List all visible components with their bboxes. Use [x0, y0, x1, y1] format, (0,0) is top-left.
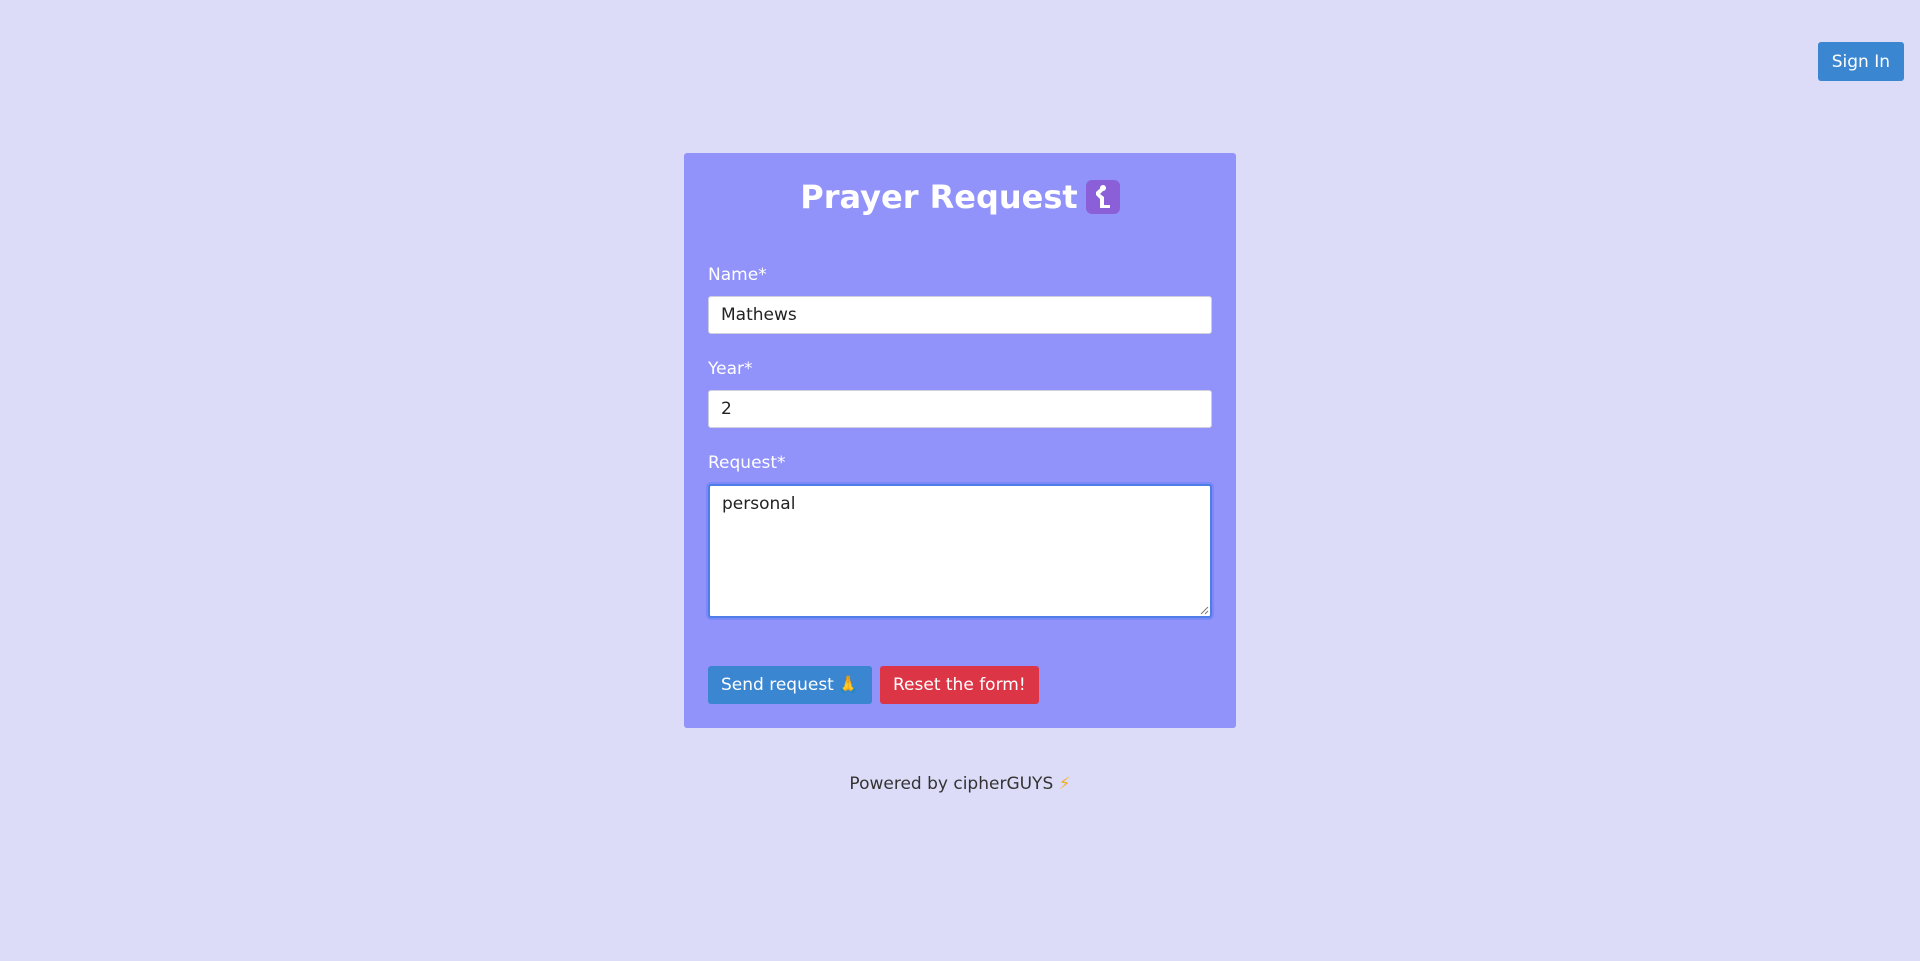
form-title: Prayer Request — [708, 153, 1212, 219]
footer: Powered by cipherGUYS ⚡ — [0, 774, 1920, 794]
praying-hands-icon: 🙏 — [837, 675, 860, 695]
request-textarea[interactable]: personal — [708, 484, 1212, 618]
request-label: Request* — [708, 453, 786, 473]
form-title-text: Prayer Request — [800, 178, 1078, 216]
reset-form-button[interactable]: Reset the form! — [880, 666, 1039, 704]
year-input[interactable] — [708, 390, 1212, 428]
footer-text: Powered by cipherGUYS — [849, 774, 1054, 794]
send-request-button[interactable]: Send request 🙏 — [708, 666, 873, 704]
year-label: Year* — [708, 359, 753, 379]
lightning-bolt-icon: ⚡ — [1058, 774, 1071, 794]
person-praying-icon — [1085, 180, 1120, 214]
name-label: Name* — [708, 265, 767, 285]
send-request-label: Send request — [721, 675, 834, 695]
name-input[interactable] — [708, 296, 1212, 334]
prayer-request-card: Prayer Request Name* Year* Request* pers… — [684, 153, 1236, 728]
reset-form-label: Reset the form! — [893, 675, 1026, 695]
sign-in-button[interactable]: Sign In — [1817, 42, 1904, 81]
